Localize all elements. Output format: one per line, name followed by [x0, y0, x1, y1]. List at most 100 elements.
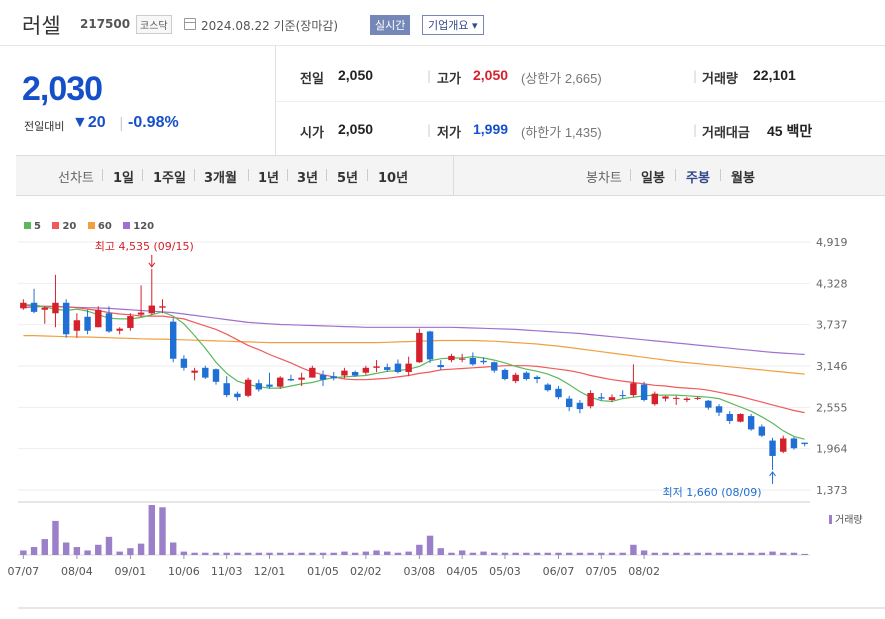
volume-bar [512, 552, 519, 555]
volume-value: 22,101 [753, 67, 796, 83]
candle-body [737, 413, 744, 422]
realtime-button[interactable]: 실시간 [370, 15, 411, 35]
stock-code: 217500 [80, 17, 131, 31]
tab-1w[interactable]: 1주일 [153, 167, 186, 186]
volume-bar [309, 552, 316, 555]
line-chart-label: 선차트 [58, 171, 94, 186]
tab-monthly[interactable]: 월봉 [731, 167, 755, 186]
candle-body [244, 379, 252, 396]
candle-body [287, 379, 295, 381]
volume-bar [373, 550, 380, 555]
tab-separator [326, 169, 327, 181]
candle-body [105, 313, 113, 332]
volume-bar [255, 552, 263, 555]
y-tick-label: 4,328 [816, 277, 848, 290]
legend-swatch [24, 222, 31, 229]
tab-separator [142, 169, 143, 181]
volume-bar [523, 552, 530, 555]
volume-bar [555, 552, 562, 555]
tab-3m[interactable]: 3개월 [204, 167, 237, 186]
candle-body [148, 305, 155, 314]
legend-ma120: 120 [123, 221, 154, 232]
change-percent: -0.98% [128, 114, 179, 131]
volume-bar [673, 552, 680, 555]
chart-legend: 5 20 60 120 [24, 221, 162, 232]
current-price: 2,030 [22, 70, 103, 108]
candle-body [362, 367, 370, 373]
tab-1d[interactable]: 1일 [113, 167, 134, 186]
tab-weekly[interactable]: 주봉 [686, 167, 710, 186]
min-annotation: 최저 1,660 (08/09) [663, 486, 762, 499]
candle-body [277, 377, 284, 387]
candle-body [159, 306, 166, 308]
candle-body [565, 398, 573, 407]
tab-3y[interactable]: 3년 [297, 167, 318, 186]
volume-bar [630, 544, 637, 555]
volume-bar [640, 550, 648, 555]
upper-limit: (상한가 2,665) [521, 71, 602, 86]
legend-ma60: 60 [87, 221, 112, 232]
volume-bar [651, 552, 659, 555]
change-value: ▼20 [72, 114, 106, 131]
candle-body [801, 442, 808, 445]
chart-canvas: 4,919 4,328 3,737 3,146 2,555 1,964 1,373 최고 4,… [7, 236, 885, 609]
y-tick-label: 1,373 [816, 484, 848, 497]
legend-label: 20 [62, 221, 77, 232]
volume-bar [491, 552, 498, 555]
tab-10y[interactable]: 10년 [378, 167, 408, 186]
tab-daily[interactable]: 일봉 [641, 167, 665, 186]
legend-label: 120 [133, 221, 155, 232]
candle-body [30, 302, 38, 312]
candle-body [212, 369, 220, 382]
x-tick-label: 05/03 [489, 565, 521, 578]
cell-separator: | [427, 69, 432, 83]
tab-5y[interactable]: 5년 [337, 167, 358, 186]
candle-body [458, 358, 466, 360]
volume-bar [330, 552, 337, 555]
amount-label: 거래대금 [702, 126, 750, 141]
candle-body [491, 362, 498, 371]
volume-bar [394, 552, 402, 555]
tab-1y[interactable]: 1년 [258, 167, 279, 186]
volume-bar [116, 551, 123, 555]
volume-bar [544, 552, 551, 555]
base-date: 2024.08.22 기준(장마감) [201, 19, 339, 33]
candle-body [62, 302, 70, 335]
volume-bar [127, 548, 134, 555]
volume-bar [619, 552, 626, 555]
volume-legend-label: 거래량 [835, 514, 863, 526]
x-tick-label: 08/02 [628, 565, 660, 578]
candle-body [544, 384, 551, 391]
cell-separator: | [693, 123, 698, 137]
x-tick-label: 03/08 [403, 565, 435, 578]
max-annotation: 최고 4,535 (09/15) [95, 240, 194, 253]
candle-body [694, 397, 701, 399]
volume-label: 거래량 [702, 72, 738, 87]
candle-body [630, 383, 637, 396]
volume-bar [608, 552, 616, 555]
candle-body [747, 416, 755, 430]
candle-body [52, 302, 59, 314]
volume-bar [244, 552, 252, 555]
candle-body [662, 396, 669, 399]
volume-bar [598, 552, 605, 555]
chart-tabbar: 선차트 1일 1주일 3개월 1년 3년 5년 10년 봉차트 일봉 주봉 월봉 [16, 156, 885, 196]
candle-body [394, 363, 402, 373]
x-tick-label: 11/03 [211, 565, 243, 578]
volume-bar [801, 553, 808, 555]
volume-bar [790, 552, 798, 555]
candle-body [758, 426, 766, 436]
company-overview-button[interactable]: 기업개요 ▾ [422, 15, 484, 35]
volume-bar [416, 544, 423, 555]
volume-bar [234, 552, 241, 555]
x-tick-label: 09/01 [115, 565, 147, 578]
legend-ma20: 20 [52, 221, 76, 232]
volume-bar [533, 552, 541, 555]
volume-bar [758, 552, 766, 555]
volume-bar [212, 552, 220, 555]
candle-body [705, 400, 712, 408]
x-tick-label: 06/07 [543, 565, 575, 578]
stock-name: 러셀 [22, 14, 61, 38]
volume-bar [480, 551, 487, 555]
candle-body [780, 438, 787, 452]
